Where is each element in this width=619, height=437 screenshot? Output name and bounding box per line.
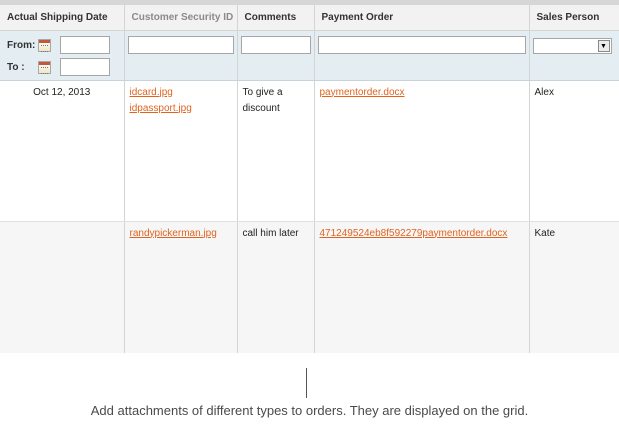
attachment-link[interactable]: paymentorder.docx [320, 85, 524, 101]
header-actual-shipping-date[interactable]: Actual Shipping Date [0, 5, 125, 31]
filter-from-row: From: [3, 35, 121, 56]
cell-sales-person: Alex [529, 80, 619, 222]
cell-sales-person: Kate [529, 221, 619, 353]
filter-comments-input[interactable] [240, 35, 311, 54]
cell-comments: call him later [237, 221, 315, 353]
calendar-icon[interactable] [38, 60, 51, 74]
cell-payment-order: 471249524eb8f592279paymentorder.docx [314, 221, 530, 353]
header-payment-order[interactable]: Payment Order [314, 5, 530, 31]
filter-payment-order-input[interactable] [317, 35, 526, 54]
caption-text: Add attachments of different types to or… [90, 403, 529, 418]
cell-actual-shipping-date [0, 221, 125, 353]
filter-from-label: From: [7, 39, 36, 51]
grid-filter-row: From: To : ▼ [0, 30, 619, 81]
filter-customer-security-id-input[interactable] [127, 35, 234, 54]
pointer-line [306, 368, 307, 398]
filter-from-input[interactable] [60, 36, 110, 54]
table-row[interactable]: randypickerman.jpg call him later 471249… [0, 221, 619, 353]
cell-customer-security-id: randypickerman.jpg [124, 221, 238, 353]
filter-to-label: To : [7, 61, 25, 73]
attachment-link[interactable]: idpassport.jpg [130, 101, 232, 117]
filter-to-row: To : [3, 57, 121, 78]
filter-payment-order [314, 30, 530, 81]
cell-customer-security-id: idcard.jpg idpassport.jpg [124, 80, 238, 222]
cell-comments: To give a discount [237, 80, 315, 222]
filter-sales-person: ▼ [529, 30, 619, 81]
table-row[interactable]: Oct 12, 2013 idcard.jpg idpassport.jpg T… [0, 80, 619, 222]
attachment-link[interactable]: 471249524eb8f592279paymentorder.docx [320, 226, 524, 242]
header-sales-person[interactable]: Sales Person [529, 5, 619, 31]
header-customer-security-id[interactable]: Customer Security ID [124, 5, 238, 31]
orders-grid: Actual Shipping Date Customer Security I… [0, 5, 619, 353]
caption-area [0, 354, 619, 437]
filter-shipping-date: From: To : [0, 30, 125, 81]
filter-to-input[interactable] [60, 58, 110, 76]
calendar-icon[interactable] [38, 38, 51, 52]
grid-header-row: Actual Shipping Date Customer Security I… [0, 5, 619, 31]
filter-sales-person-select[interactable]: ▼ [532, 37, 612, 54]
attachment-link[interactable]: randypickerman.jpg [130, 226, 232, 242]
chevron-down-icon[interactable]: ▼ [597, 39, 610, 52]
header-comments[interactable]: Comments [237, 5, 315, 31]
cell-actual-shipping-date: Oct 12, 2013 [0, 80, 125, 222]
cell-payment-order: paymentorder.docx [314, 80, 530, 222]
filter-customer-security-id [124, 30, 238, 81]
filter-comments [237, 30, 315, 81]
attachment-link[interactable]: idcard.jpg [130, 85, 232, 101]
